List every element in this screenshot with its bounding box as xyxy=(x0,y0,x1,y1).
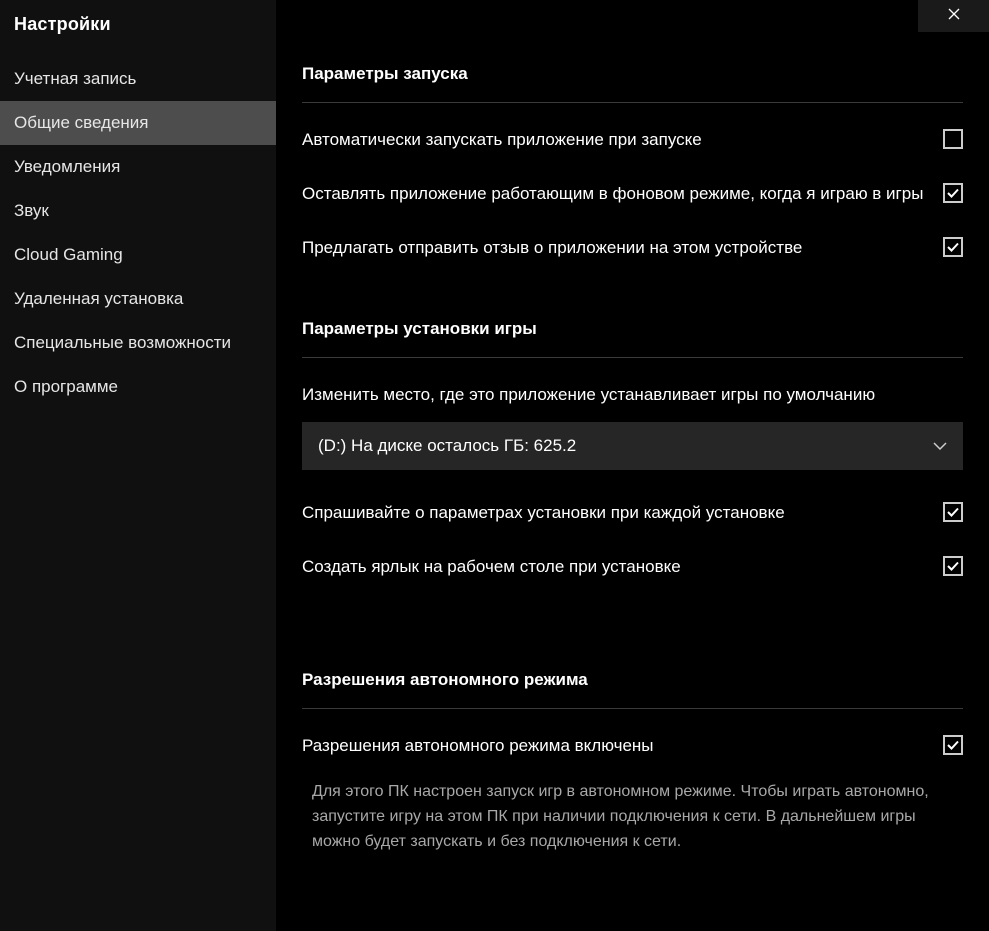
sidebar-item-accessibility[interactable]: Специальные возможности xyxy=(0,321,276,365)
sidebar-item-general[interactable]: Общие сведения xyxy=(0,101,276,145)
sidebar-item-about[interactable]: О программе xyxy=(0,365,276,409)
settings-title: Настройки xyxy=(0,14,276,57)
row-ask-install-label: Спрашивайте о параметрах установки при к… xyxy=(302,500,925,526)
checkbox-desktop-shortcut[interactable] xyxy=(943,556,963,576)
dropdown-value: (D:) На диске осталось ГБ: 625.2 xyxy=(318,436,576,456)
row-ask-install: Спрашивайте о параметрах установки при к… xyxy=(302,500,963,526)
checkbox-offline-enabled[interactable] xyxy=(943,735,963,755)
checkbox-ask-install[interactable] xyxy=(943,502,963,522)
row-desktop-shortcut-label: Создать ярлык на рабочем столе при устан… xyxy=(302,554,925,580)
install-location-label: Изменить место, где это приложение устан… xyxy=(302,382,963,408)
sidebar: Настройки Учетная запись Общие сведения … xyxy=(0,0,276,931)
checkbox-background[interactable] xyxy=(943,183,963,203)
section-startup-title: Параметры запуска xyxy=(302,64,963,84)
section-offline-title: Разрешения автономного режима xyxy=(302,670,963,690)
checkbox-autostart[interactable] xyxy=(943,129,963,149)
close-icon xyxy=(948,7,960,25)
row-background-label: Оставлять приложение работающим в фоново… xyxy=(302,181,925,207)
offline-desc: Для этого ПК настроен запуск игр в автон… xyxy=(302,779,963,854)
row-autostart: Автоматически запускать приложение при з… xyxy=(302,127,963,153)
divider xyxy=(302,102,963,103)
row-offline-enabled-label: Разрешения автономного режима включены xyxy=(302,733,925,759)
row-desktop-shortcut: Создать ярлык на рабочем столе при устан… xyxy=(302,554,963,580)
chevron-down-icon xyxy=(933,442,947,450)
sidebar-item-notifications[interactable]: Уведомления xyxy=(0,145,276,189)
row-offline-enabled: Разрешения автономного режима включены xyxy=(302,733,963,759)
section-install: Параметры установки игры Изменить место,… xyxy=(302,319,963,580)
close-button[interactable] xyxy=(918,0,989,32)
row-feedback: Предлагать отправить отзыв о приложении … xyxy=(302,235,963,261)
install-location-dropdown[interactable]: (D:) На диске осталось ГБ: 625.2 xyxy=(302,422,963,470)
sidebar-item-cloud-gaming[interactable]: Cloud Gaming xyxy=(0,233,276,277)
divider xyxy=(302,357,963,358)
row-background: Оставлять приложение работающим в фоново… xyxy=(302,181,963,207)
checkbox-feedback[interactable] xyxy=(943,237,963,257)
row-autostart-label: Автоматически запускать приложение при з… xyxy=(302,127,925,153)
content-panel: Параметры запуска Автоматически запускат… xyxy=(276,0,989,931)
sidebar-item-sound[interactable]: Звук xyxy=(0,189,276,233)
section-install-title: Параметры установки игры xyxy=(302,319,963,339)
sidebar-item-account[interactable]: Учетная запись xyxy=(0,57,276,101)
sidebar-item-remote-install[interactable]: Удаленная установка xyxy=(0,277,276,321)
divider xyxy=(302,708,963,709)
section-startup: Параметры запуска Автоматически запускат… xyxy=(302,64,963,261)
section-offline: Разрешения автономного режима Разрешения… xyxy=(302,670,963,854)
row-feedback-label: Предлагать отправить отзыв о приложении … xyxy=(302,235,925,261)
